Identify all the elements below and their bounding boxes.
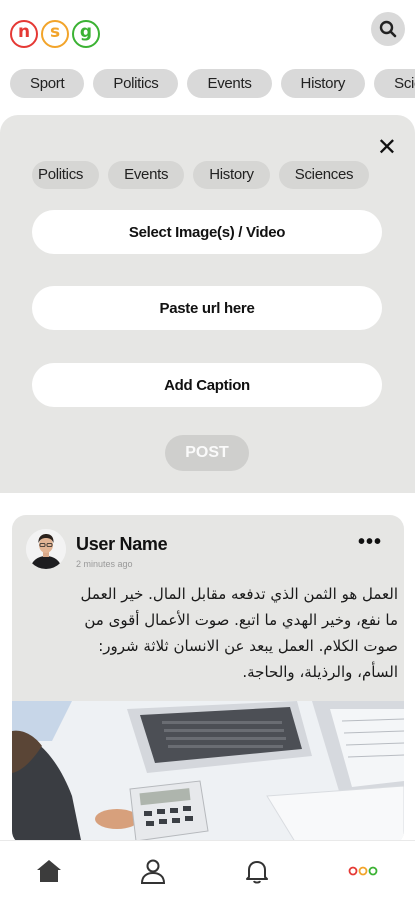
category-chip-sport[interactable]: Sport — [10, 69, 85, 98]
nav-profile-button[interactable] — [137, 855, 169, 887]
post-author-name[interactable]: User Name — [76, 534, 168, 555]
office-desk-image — [12, 701, 404, 845]
post-body-line: العمل هو الثمن الذي تدفعه مقابل المال. خ… — [80, 585, 398, 603]
bell-icon — [246, 861, 268, 884]
user-icon — [140, 859, 166, 884]
close-icon[interactable]: ✕ — [377, 135, 397, 159]
post-card: User Name 2 minutes ago ••• العمل هو الث… — [12, 515, 404, 845]
category-chip-sciences[interactable]: Sciences — [374, 69, 415, 98]
add-caption-field[interactable]: Add Caption — [32, 363, 382, 407]
post-timestamp: 2 minutes ago — [76, 559, 133, 569]
more-horizontal-icon[interactable]: ••• — [358, 531, 382, 554]
compose-chip-politics[interactable]: Politics — [32, 161, 100, 189]
avatar[interactable] — [26, 529, 66, 569]
post-body: العمل هو الثمن الذي تدفعه مقابل المال. خ… — [20, 581, 398, 685]
logo-letter-n: n — [10, 20, 38, 48]
bottom-navigation — [0, 840, 415, 900]
nsg-logo[interactable]: n s g — [10, 20, 100, 48]
category-tabs: Sport Politics Events History Sciences — [10, 69, 415, 99]
nav-notifications-button[interactable] — [241, 855, 273, 887]
compose-chip-sciences[interactable]: Sciences — [278, 161, 370, 189]
post-body-line: صوت الكلام. العمل يبعد عن الانسان ثلاثة … — [98, 637, 398, 655]
post-body-line: ما نفع، وخير الهدي ما اتبع. صوت الأعمال … — [84, 611, 398, 629]
search-button[interactable] — [371, 12, 405, 46]
category-chip-politics[interactable]: Politics — [93, 69, 179, 98]
nav-menu-button[interactable] — [345, 855, 381, 887]
compose-category-tabs: Politics Events History Sciences — [32, 161, 377, 189]
home-icon — [37, 860, 61, 882]
nsg-dots-icon — [348, 866, 378, 876]
post-button[interactable]: POST — [165, 435, 249, 471]
compose-chip-events[interactable]: Events — [108, 161, 185, 189]
avatar-image — [26, 529, 66, 569]
logo-letter-g: g — [72, 20, 100, 48]
category-chip-events[interactable]: Events — [187, 69, 272, 98]
compose-chip-history[interactable]: History — [193, 161, 270, 189]
select-media-button[interactable]: Select Image(s) / Video — [32, 210, 382, 254]
app-header: n s g — [0, 0, 415, 68]
search-icon — [379, 20, 397, 38]
paste-url-field[interactable]: Paste url here — [32, 286, 382, 330]
category-chip-history[interactable]: History — [280, 69, 366, 98]
logo-letter-s: s — [41, 20, 69, 48]
nav-home-button[interactable] — [33, 855, 65, 887]
post-body-line: السأم، والرذيلة، والحاجة. — [242, 663, 398, 681]
compose-panel: ✕ Politics Events History Sciences Select I… — [0, 115, 415, 493]
post-image[interactable] — [12, 701, 404, 845]
